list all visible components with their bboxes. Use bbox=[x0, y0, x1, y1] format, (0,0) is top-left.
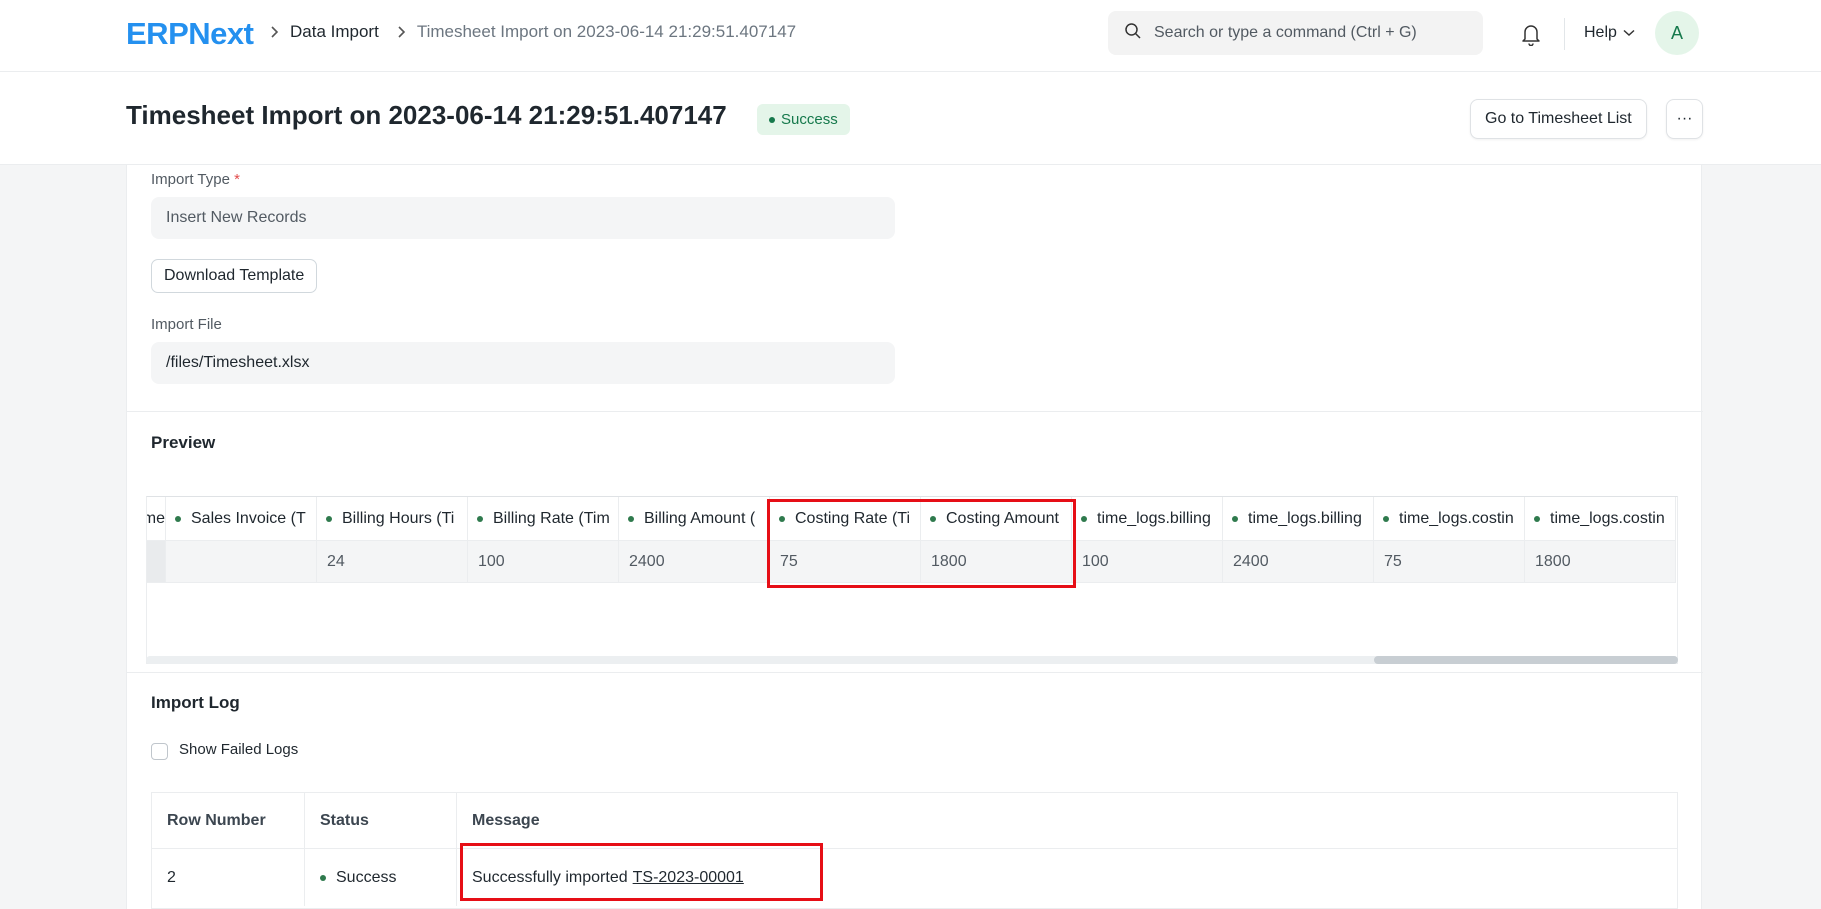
erpnext-logo[interactable]: ERPNext bbox=[126, 16, 254, 52]
preview-column-header[interactable]: Billing Rate (Tim bbox=[468, 497, 619, 540]
import-type-label: Import Type * bbox=[151, 171, 240, 188]
header-status: Status bbox=[305, 793, 457, 848]
preview-column-label: Billing Amount ( bbox=[644, 509, 756, 527]
preview-cell[interactable]: 100 bbox=[1072, 541, 1223, 582]
column-status-dot-icon bbox=[1081, 515, 1087, 522]
preview-column-header[interactable]: time_logs.billing bbox=[1072, 497, 1223, 540]
show-failed-logs-checkbox[interactable] bbox=[151, 743, 168, 760]
form-card: Import Type * Insert New Records Downloa… bbox=[126, 165, 1703, 909]
import-type-label-text: Import Type bbox=[151, 171, 230, 188]
preview-cell[interactable]: 75 bbox=[1374, 541, 1525, 582]
import-file-field[interactable]: /files/Timesheet.xlsx bbox=[151, 342, 895, 384]
status-cell: Success bbox=[305, 849, 457, 906]
import-file-label: Import File bbox=[151, 316, 222, 333]
preview-column-header[interactable]: time_logs.costin bbox=[1525, 497, 1676, 540]
column-status-dot-icon bbox=[1232, 515, 1238, 522]
preview-cell[interactable]: 1800 bbox=[1525, 541, 1676, 582]
page-head: Timesheet Import on 2023-06-14 21:29:51.… bbox=[0, 72, 1821, 165]
section-divider bbox=[127, 672, 1703, 673]
status-badge: Success bbox=[757, 104, 850, 135]
import-type-select[interactable]: Insert New Records bbox=[151, 197, 895, 239]
breadcrumb: Data Import Timesheet Import on 2023-06-… bbox=[270, 22, 796, 42]
required-mark: * bbox=[234, 171, 240, 188]
import-log-table: Row Number Status Message 2 Success Succ… bbox=[151, 792, 1678, 909]
go-to-timesheet-list-button[interactable]: Go to Timesheet List bbox=[1470, 99, 1647, 139]
preview-column-label: time_logs.costin bbox=[1550, 509, 1665, 527]
preview-column-header[interactable]: time_logs.costin bbox=[1374, 497, 1525, 540]
preview-cell[interactable]: 24 bbox=[317, 541, 468, 582]
column-status-dot-icon bbox=[326, 515, 332, 522]
preview-column-label: time_logs.costin bbox=[1399, 509, 1514, 527]
column-status-dot-icon bbox=[1534, 515, 1540, 522]
preview-title: Preview bbox=[151, 433, 216, 452]
preview-column-header[interactable]: me bbox=[147, 497, 166, 540]
status-dot-icon bbox=[769, 116, 775, 123]
search-input[interactable]: Search or type a command (Ctrl + G) bbox=[1108, 11, 1483, 55]
breadcrumb-current[interactable]: Timesheet Import on 2023-06-14 21:29:51.… bbox=[417, 22, 796, 42]
search-placeholder: Search or type a command (Ctrl + G) bbox=[1154, 24, 1417, 41]
status-text: Success bbox=[336, 868, 397, 886]
preview-cell[interactable] bbox=[147, 541, 166, 582]
preview-cell[interactable]: 100 bbox=[468, 541, 619, 582]
search-icon bbox=[1124, 22, 1142, 45]
show-failed-logs-label[interactable]: Show Failed Logs bbox=[179, 741, 298, 758]
costing-columns-highlight bbox=[767, 499, 1076, 588]
row-number-cell: 2 bbox=[152, 849, 305, 906]
preview-column-header[interactable]: Billing Hours (Ti bbox=[317, 497, 468, 540]
success-message-highlight bbox=[460, 843, 823, 901]
table-row: 2 Success Successfully imported TS-2023-… bbox=[152, 849, 1677, 906]
scrollbar-thumb[interactable] bbox=[1374, 656, 1678, 664]
column-status-dot-icon bbox=[1383, 515, 1389, 522]
chevron-right-icon bbox=[397, 25, 407, 39]
preview-column-label: me bbox=[147, 509, 165, 527]
notification-bell-icon[interactable] bbox=[1520, 22, 1542, 51]
breadcrumb-data-import[interactable]: Data Import bbox=[290, 22, 379, 42]
navbar: ERPNext Data Import Timesheet Import on … bbox=[0, 0, 1821, 72]
preview-column-label: time_logs.billing bbox=[1097, 509, 1211, 527]
chevron-right-icon bbox=[270, 25, 280, 39]
import-log-header: Row Number Status Message bbox=[152, 793, 1677, 849]
preview-column-label: Sales Invoice (T bbox=[191, 509, 306, 527]
preview-column-header[interactable]: Sales Invoice (T bbox=[166, 497, 317, 540]
preview-cell[interactable]: 2400 bbox=[619, 541, 770, 582]
section-divider bbox=[127, 411, 1703, 412]
preview-horizontal-scrollbar[interactable] bbox=[146, 656, 1678, 664]
more-actions-button[interactable]: ··· bbox=[1666, 99, 1703, 139]
preview-cell[interactable]: 2400 bbox=[1223, 541, 1374, 582]
header-row-number: Row Number bbox=[152, 793, 305, 848]
column-status-dot-icon bbox=[175, 515, 181, 522]
header-message: Message bbox=[472, 811, 540, 829]
preview-cell[interactable] bbox=[166, 541, 317, 582]
help-label: Help bbox=[1584, 24, 1617, 41]
preview-column-label: time_logs.billing bbox=[1248, 509, 1362, 527]
column-status-dot-icon bbox=[628, 515, 634, 522]
preview-column-header[interactable]: time_logs.billing bbox=[1223, 497, 1374, 540]
avatar[interactable]: A bbox=[1655, 11, 1699, 55]
column-status-dot-icon bbox=[477, 515, 483, 522]
status-badge-label: Success bbox=[781, 111, 838, 128]
download-template-button[interactable]: Download Template bbox=[151, 259, 318, 293]
preview-column-label: Billing Rate (Tim bbox=[493, 509, 610, 527]
navbar-divider bbox=[1564, 18, 1565, 50]
help-dropdown[interactable]: Help bbox=[1584, 24, 1635, 42]
preview-column-label: Billing Hours (Ti bbox=[342, 509, 455, 527]
preview-column-header[interactable]: Billing Amount ( bbox=[619, 497, 770, 540]
success-dot-icon bbox=[320, 874, 326, 881]
page-title: Timesheet Import on 2023-06-14 21:29:51.… bbox=[126, 100, 727, 130]
chevron-down-icon bbox=[1623, 24, 1635, 42]
import-log-title: Import Log bbox=[151, 693, 240, 712]
